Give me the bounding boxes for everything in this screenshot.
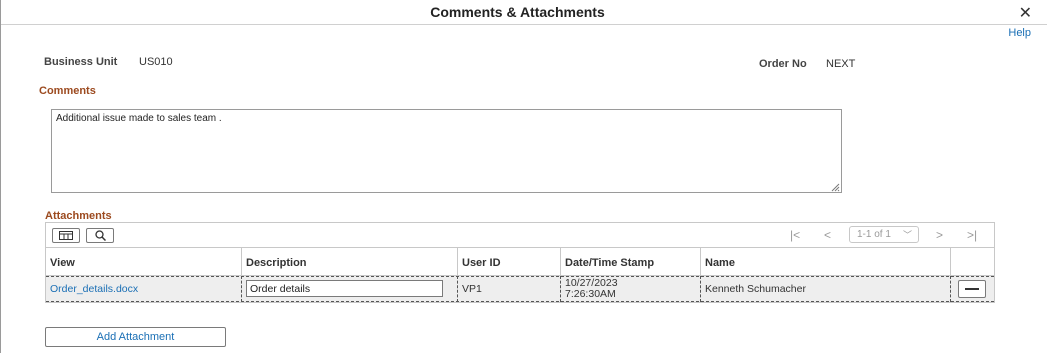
column-header-name: Name <box>701 248 951 276</box>
order-no-value: NEXT <box>826 58 856 70</box>
dialog-titlebar: Comments & Attachments ✕ <box>1 0 1047 25</box>
delete-row-button[interactable] <box>958 280 986 298</box>
column-header-user-id: User ID <box>458 248 561 276</box>
search-icon <box>94 230 106 241</box>
view-cell: Order_details.docx <box>46 276 242 302</box>
add-attachment-button[interactable]: Add Attachment <box>45 327 226 347</box>
user-id-cell: VP1 <box>458 276 561 302</box>
attachments-grid: |< < 1-1 of 1 ﹀ > >| View Description Us… <box>45 222 995 303</box>
business-unit-value: US010 <box>139 56 173 68</box>
first-page-button[interactable]: |< <box>790 228 800 242</box>
dialog-title: Comments & Attachments <box>430 4 605 20</box>
help-link[interactable]: Help <box>1008 27 1031 39</box>
comments-attachments-dialog: Comments & Attachments ✕ Help Business U… <box>0 0 1047 353</box>
last-page-button[interactable]: >| <box>967 228 977 242</box>
page-range-value: 1-1 of 1 <box>857 229 891 240</box>
next-page-button[interactable]: > <box>936 228 943 242</box>
page-range-select[interactable]: 1-1 of 1 ﹀ <box>849 226 919 243</box>
personalize-grid-button[interactable] <box>52 228 80 243</box>
close-icon[interactable]: ✕ <box>1019 3 1032 23</box>
description-input[interactable] <box>246 280 443 297</box>
date-time-cell: 10/27/2023 7:26:30AM <box>561 276 701 302</box>
comments-heading: Comments <box>39 85 96 97</box>
attachment-file-link[interactable]: Order_details.docx <box>50 283 138 295</box>
grid-toolbar: |< < 1-1 of 1 ﹀ > >| <box>46 223 994 248</box>
description-cell <box>242 276 458 302</box>
column-header-description: Description <box>242 248 458 276</box>
resize-grip-icon[interactable] <box>831 183 840 192</box>
order-no-label: Order No <box>759 58 807 70</box>
chevron-down-icon: ﹀ <box>902 230 912 240</box>
column-header-date-time-stamp: Date/Time Stamp <box>561 248 701 276</box>
find-in-grid-button[interactable] <box>86 228 114 243</box>
attachments-heading: Attachments <box>45 210 112 222</box>
previous-page-button[interactable]: < <box>824 228 831 242</box>
business-unit-label: Business Unit <box>44 56 118 68</box>
actions-cell <box>951 276 994 302</box>
column-header-view: View <box>46 248 242 276</box>
comments-textarea[interactable]: Additional issue made to sales team . <box>51 109 842 193</box>
column-header-actions <box>951 248 994 276</box>
name-cell: Kenneth Schumacher <box>701 276 951 302</box>
time-value: 7:26:30AM <box>565 288 616 300</box>
grid-settings-icon <box>59 231 73 240</box>
minus-icon <box>965 288 979 290</box>
